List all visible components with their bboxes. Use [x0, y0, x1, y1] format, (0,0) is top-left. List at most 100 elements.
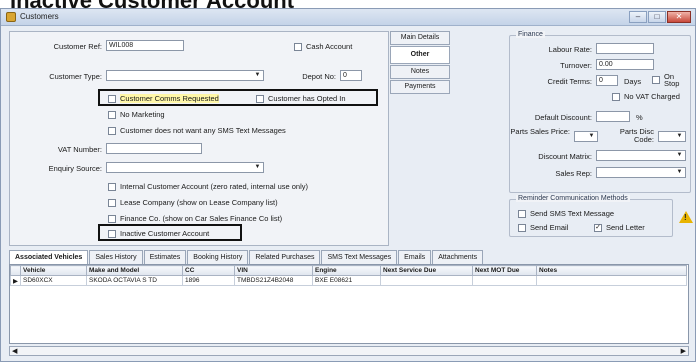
enquiry-source-label: Enquiry Source: [48, 164, 102, 173]
send-sms-checkbox[interactable]: Send SMS Text Message [518, 209, 614, 218]
vat-number-label: VAT Number: [57, 145, 102, 154]
finance-co-label: Finance Co. (show on Car Sales Finance C… [120, 214, 283, 223]
tab-main-details[interactable]: Main Details [390, 31, 450, 45]
table-cell[interactable]: SKODA OCTAVIA S TD [86, 275, 183, 286]
table-cell[interactable]: SD60XCX [20, 275, 87, 286]
turnover-field[interactable]: 0.00 [596, 59, 654, 70]
maximize-button[interactable]: □ [648, 11, 666, 23]
tab-booking-history[interactable]: Booking History [187, 250, 249, 264]
depot-no-field[interactable]: 0 [340, 70, 362, 81]
send-letter-box[interactable]: ✓ [594, 223, 602, 232]
customer-type-select[interactable]: ▼ [106, 70, 264, 81]
opted-in-checkbox[interactable]: Customer has Opted In [256, 94, 346, 103]
cash-account-checkbox[interactable]: Cash Account [294, 42, 352, 51]
table-cell[interactable]: BXE E08621 [312, 275, 381, 286]
on-stop-checkbox[interactable]: On Stop [652, 73, 686, 87]
tab-emails[interactable]: Emails [398, 250, 432, 264]
parts-disc-code-select[interactable]: ▼ [658, 131, 686, 142]
table-cell[interactable] [380, 275, 473, 286]
cash-account-box[interactable] [294, 42, 302, 51]
finance-co-box[interactable] [108, 214, 116, 223]
scroll-right-icon[interactable]: ▶ [681, 347, 686, 355]
table-cell[interactable]: TMBDS21Z4B2048 [234, 275, 313, 286]
table-cell[interactable] [536, 275, 687, 286]
internal-account-box[interactable] [108, 182, 116, 191]
vehicles-table: Vehicle Make and Model CC VIN Engine Nex… [10, 265, 687, 286]
tab-attachments[interactable]: Attachments [432, 250, 484, 264]
horizontal-scrollbar[interactable]: ◀ ▶ [9, 346, 689, 356]
warning-icon: ! [679, 211, 693, 223]
column-header[interactable]: CC [182, 265, 235, 276]
tab-sms-text-messages[interactable]: SMS Text Messages [321, 250, 398, 264]
opted-in-box[interactable] [256, 94, 264, 103]
column-header[interactable]: Vehicle [20, 265, 87, 276]
send-email-checkbox[interactable]: Send Email [518, 223, 568, 232]
column-header[interactable]: VIN [234, 265, 313, 276]
cash-account-label: Cash Account [306, 42, 353, 51]
column-header[interactable]: Make and Model [86, 265, 183, 276]
title-bar: Customers – □ ✕ [1, 9, 695, 26]
window-title: Customers [20, 12, 59, 21]
chevron-down-icon: ▼ [676, 133, 683, 139]
parts-sales-price-label: Parts Sales Price: [510, 127, 570, 136]
turnover-label: Turnover: [560, 61, 592, 70]
default-discount-label: Default Discount: [534, 113, 592, 122]
table-row[interactable]: ▶ SD60XCX SKODA OCTAVIA S TD 1896 TMBDS2… [10, 275, 687, 286]
lease-company-label: Lease Company (show on Lease Company lis… [120, 198, 278, 207]
parts-sales-price-select[interactable]: ▼ [574, 131, 598, 142]
no-marketing-label: No Marketing [120, 110, 165, 119]
column-header[interactable]: Next MOT Due [472, 265, 537, 276]
table-cell[interactable] [472, 275, 537, 286]
scroll-left-icon[interactable]: ◀ [12, 347, 17, 355]
vat-number-field[interactable] [106, 143, 202, 154]
lease-company-checkbox[interactable]: Lease Company (show on Lease Company lis… [108, 198, 278, 207]
customer-ref-label: Customer Ref: [53, 42, 102, 51]
default-discount-field[interactable] [596, 111, 630, 122]
enquiry-source-select[interactable]: ▼ [106, 162, 264, 173]
no-vat-checkbox[interactable]: No VAT Charged [612, 92, 680, 101]
internal-account-checkbox[interactable]: Internal Customer Account (zero rated, i… [108, 182, 308, 191]
send-letter-label: Send Letter [606, 223, 645, 232]
no-marketing-box[interactable] [108, 110, 116, 119]
percent-sign: % [636, 113, 643, 122]
column-header[interactable]: Next Service Due [380, 265, 473, 276]
no-sms-box[interactable] [108, 126, 116, 135]
inactive-account-box[interactable] [108, 229, 116, 238]
depot-no-label: Depot No: [302, 72, 336, 81]
send-sms-box[interactable] [518, 209, 526, 218]
tab-sales-history[interactable]: Sales History [89, 250, 143, 264]
reminder-group: Reminder Communication Methods Send SMS … [509, 195, 673, 237]
column-header[interactable]: Engine [312, 265, 381, 276]
sales-rep-label: Sales Rep: [555, 169, 592, 178]
labour-rate-label: Labour Rate: [548, 45, 592, 54]
tab-related-purchases[interactable]: Related Purchases [249, 250, 321, 264]
inactive-account-checkbox[interactable]: Inactive Customer Account [108, 229, 209, 238]
on-stop-box[interactable] [652, 76, 660, 84]
table-cell[interactable]: 1896 [182, 275, 235, 286]
no-vat-box[interactable] [612, 92, 620, 101]
credit-terms-field[interactable]: 0 [596, 75, 618, 86]
column-header[interactable]: Notes [536, 265, 687, 276]
finance-co-checkbox[interactable]: Finance Co. (show on Car Sales Finance C… [108, 214, 282, 223]
labour-rate-field[interactable] [596, 43, 654, 54]
minimize-button[interactable]: – [629, 11, 647, 23]
sales-rep-select[interactable]: ▼ [596, 167, 686, 178]
tab-associated-vehicles[interactable]: Associated Vehicles [9, 250, 89, 264]
chevron-down-icon: ▼ [254, 164, 261, 170]
tab-estimates[interactable]: Estimates [143, 250, 187, 264]
send-email-box[interactable] [518, 223, 526, 232]
tab-notes[interactable]: Notes [390, 65, 450, 79]
tab-payments[interactable]: Payments [390, 80, 450, 94]
on-stop-label: On Stop [664, 72, 680, 88]
bottom-tab-strip: Associated Vehicles Sales History Estima… [9, 250, 484, 264]
close-button[interactable]: ✕ [667, 11, 691, 23]
no-marketing-checkbox[interactable]: No Marketing [108, 110, 165, 119]
send-letter-checkbox[interactable]: ✓ Send Letter [594, 223, 645, 232]
tab-other[interactable]: Other [390, 46, 450, 64]
comms-requested-checkbox[interactable]: Customer Comms Requested [108, 94, 219, 103]
no-sms-checkbox[interactable]: Customer does not want any SMS Text Mess… [108, 126, 286, 135]
discount-matrix-select[interactable]: ▼ [596, 150, 686, 161]
customer-ref-field[interactable]: WIL008 [106, 40, 184, 51]
comms-requested-box[interactable] [108, 94, 116, 103]
lease-company-box[interactable] [108, 198, 116, 207]
